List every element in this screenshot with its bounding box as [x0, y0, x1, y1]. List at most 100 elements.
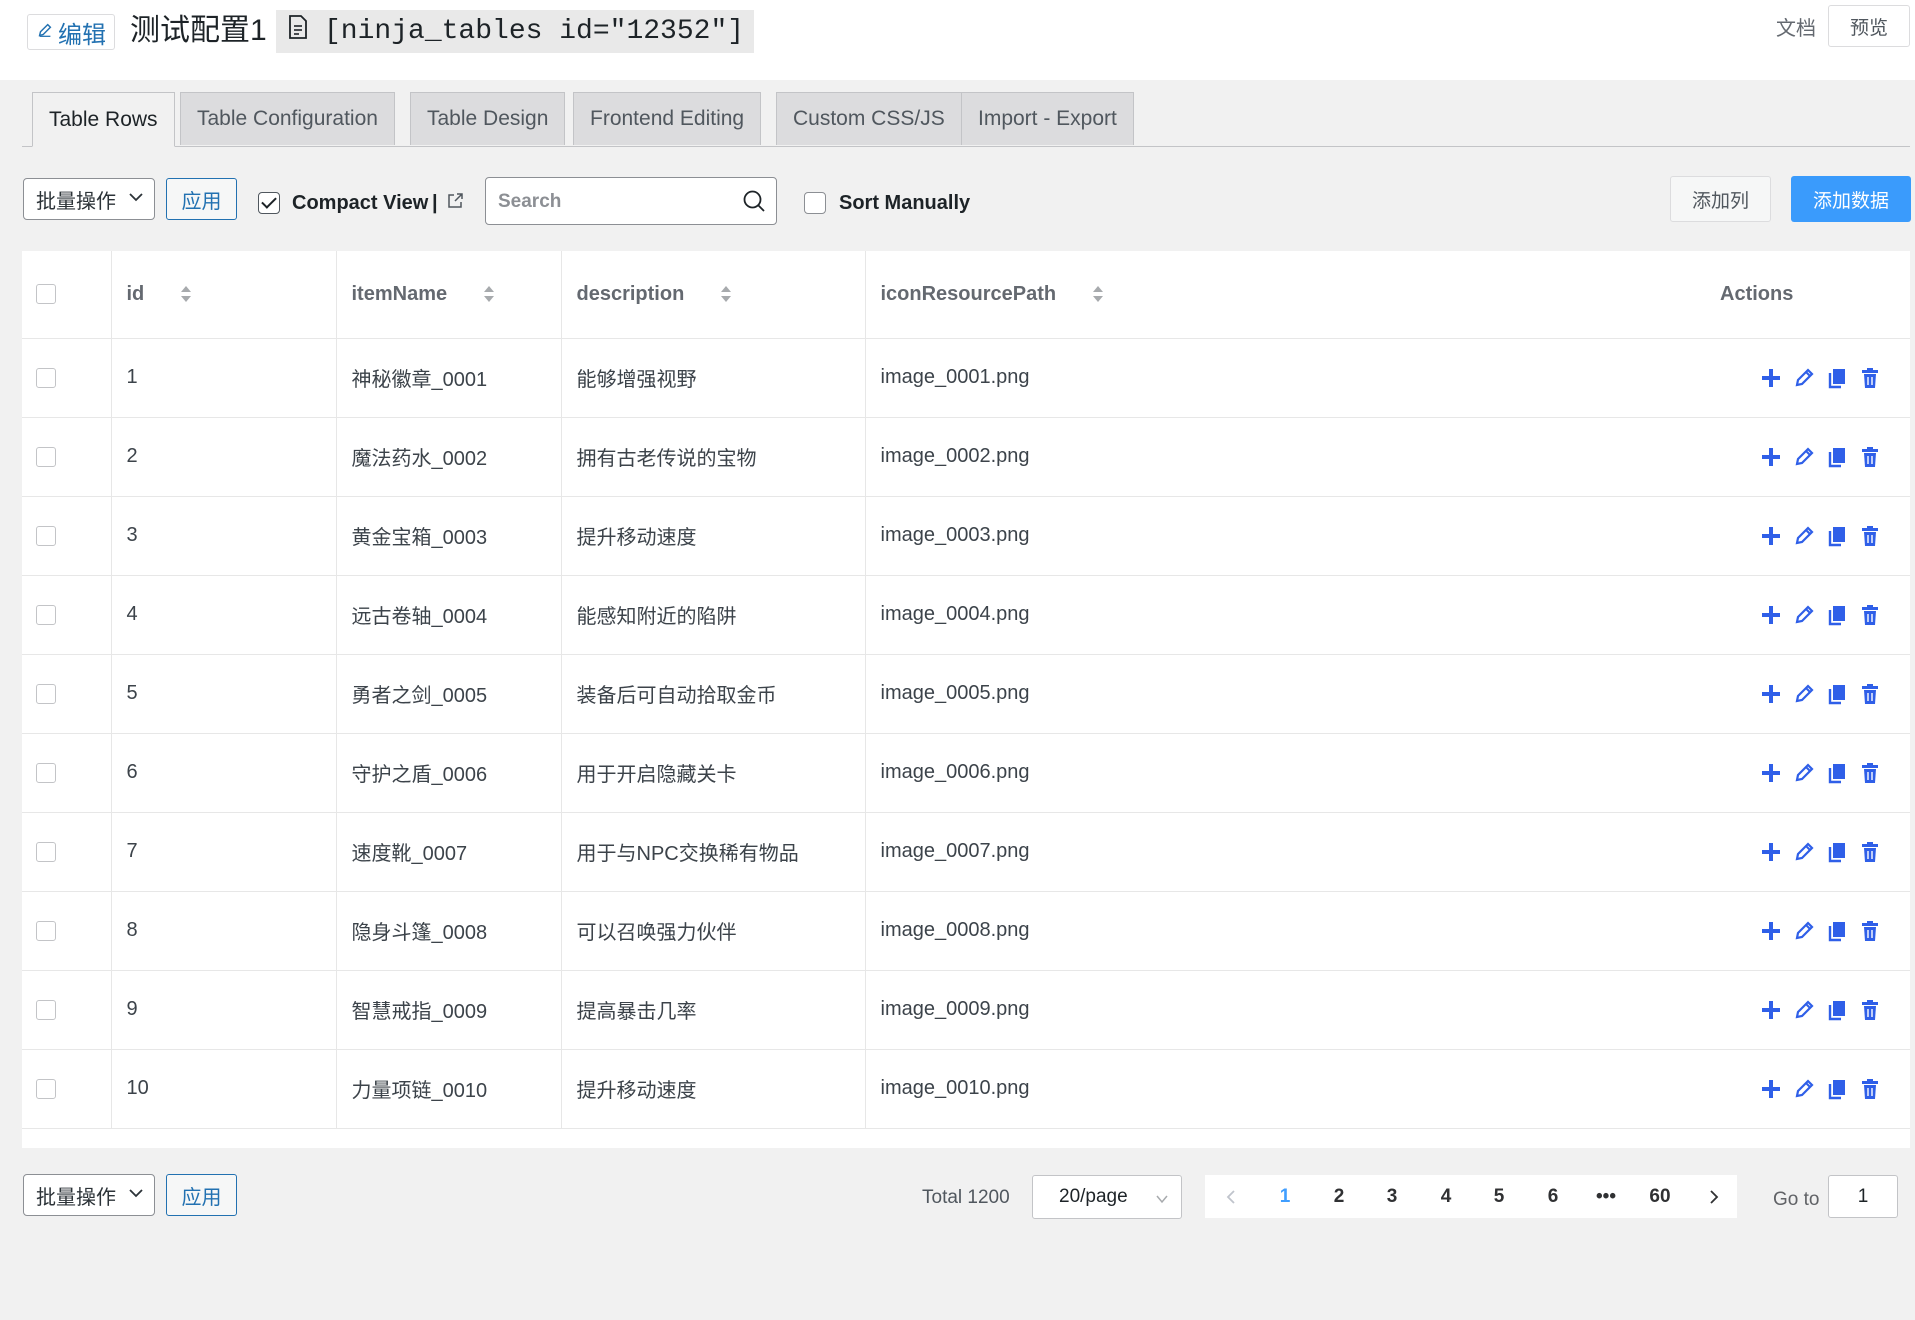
sort-icon[interactable]	[1092, 283, 1104, 305]
copy-icon[interactable]	[1825, 445, 1849, 469]
trash-icon[interactable]	[1858, 1077, 1882, 1101]
table-row[interactable]: 3 黄金宝箱_0003 提升移动速度 image_0003.png	[22, 496, 1910, 576]
row-checkbox[interactable]	[36, 762, 56, 783]
page-button[interactable]: 60	[1640, 1175, 1680, 1218]
row-checkbox[interactable]	[36, 999, 56, 1020]
copy-icon[interactable]	[1825, 761, 1849, 785]
external-link-icon[interactable]	[446, 192, 464, 210]
sort-icon[interactable]	[720, 283, 732, 305]
table-row[interactable]: 8 隐身斗篷_0008 可以召唤强力伙伴 image_0008.png	[22, 891, 1910, 971]
row-checkbox[interactable]	[36, 920, 56, 941]
edit-title-button[interactable]: 编辑	[27, 14, 115, 50]
plus-icon[interactable]	[1759, 1077, 1783, 1101]
trash-icon[interactable]	[1858, 761, 1882, 785]
pencil-icon[interactable]	[1792, 366, 1816, 390]
pencil-icon[interactable]	[1792, 445, 1816, 469]
tab-frontend-editing[interactable]: Frontend Editing	[573, 92, 762, 145]
trash-icon[interactable]	[1858, 603, 1882, 627]
table-row[interactable]: 5 勇者之剑_0005 装备后可自动拾取金币 image_0005.png	[22, 654, 1910, 734]
compact-view-checkbox[interactable]	[258, 192, 280, 214]
sort-icon[interactable]	[483, 283, 495, 305]
docs-link[interactable]: 文档	[1776, 12, 1816, 41]
search-field[interactable]	[485, 177, 777, 225]
table-row[interactable]: 9 智慧戒指_0009 提高暴击几率 image_0009.png	[22, 970, 1910, 1050]
table-row[interactable]: 4 远古卷轴_0004 能感知附近的陷阱 image_0004.png	[22, 575, 1910, 655]
pencil-icon[interactable]	[1792, 919, 1816, 943]
bulk-action-select-bottom[interactable]: 批量操作	[23, 1174, 155, 1216]
plus-icon[interactable]	[1759, 603, 1783, 627]
page-button[interactable]: 2	[1319, 1175, 1359, 1218]
copy-icon[interactable]	[1825, 998, 1849, 1022]
shortcode-box[interactable]: [ninja_tables id="12352"]	[276, 10, 755, 53]
tab-import-export[interactable]: Import - Export	[961, 92, 1134, 145]
trash-icon[interactable]	[1858, 840, 1882, 864]
page-size-select[interactable]: 20/page	[1032, 1175, 1182, 1219]
copy-icon[interactable]	[1825, 524, 1849, 548]
copy-icon[interactable]	[1825, 682, 1849, 706]
pencil-icon[interactable]	[1792, 840, 1816, 864]
trash-icon[interactable]	[1858, 682, 1882, 706]
plus-icon[interactable]	[1759, 682, 1783, 706]
pencil-icon[interactable]	[1792, 603, 1816, 627]
bulk-action-select[interactable]: 批量操作	[23, 178, 155, 220]
row-checkbox[interactable]	[36, 1078, 56, 1099]
table-row[interactable]: 10 力量项链_0010 提升移动速度 image_0010.png	[22, 1049, 1910, 1129]
page-button[interactable]: 5	[1479, 1175, 1519, 1218]
trash-icon[interactable]	[1858, 919, 1882, 943]
tab-table-configuration[interactable]: Table Configuration	[180, 92, 395, 145]
plus-icon[interactable]	[1759, 524, 1783, 548]
row-checkbox[interactable]	[36, 604, 56, 625]
pencil-icon[interactable]	[1792, 998, 1816, 1022]
prev-page-button[interactable]	[1211, 1175, 1251, 1218]
row-checkbox[interactable]	[36, 841, 56, 862]
copy-icon[interactable]	[1825, 1077, 1849, 1101]
trash-icon[interactable]	[1858, 998, 1882, 1022]
row-checkbox[interactable]	[36, 683, 56, 704]
trash-icon[interactable]	[1858, 524, 1882, 548]
column-header-id[interactable]: id	[111, 251, 337, 339]
trash-icon[interactable]	[1858, 445, 1882, 469]
page-button[interactable]: 4	[1426, 1175, 1466, 1218]
row-checkbox[interactable]	[36, 446, 56, 467]
plus-icon[interactable]	[1759, 445, 1783, 469]
sort-manually-label[interactable]: Sort Manually	[839, 192, 970, 215]
pencil-icon[interactable]	[1792, 524, 1816, 548]
column-header-description[interactable]: description	[561, 251, 866, 339]
sort-icon[interactable]	[180, 283, 192, 305]
sort-manually-checkbox[interactable]	[804, 192, 826, 214]
page-button[interactable]: 6	[1533, 1175, 1573, 1218]
preview-button[interactable]: 预览	[1828, 5, 1910, 47]
next-page-button[interactable]	[1694, 1175, 1734, 1218]
plus-icon[interactable]	[1759, 366, 1783, 390]
select-all-checkbox[interactable]	[36, 284, 56, 305]
tab-custom-css-js[interactable]: Custom CSS/JS	[776, 92, 962, 145]
apply-button-bottom[interactable]: 应用	[166, 1174, 237, 1216]
row-checkbox[interactable]	[36, 525, 56, 546]
tab-table-design[interactable]: Table Design	[410, 92, 566, 145]
column-header-itemname[interactable]: itemName	[336, 251, 562, 339]
trash-icon[interactable]	[1858, 366, 1882, 390]
more-pages-button[interactable]: •••	[1586, 1175, 1626, 1218]
page-button[interactable]: 1	[1265, 1175, 1305, 1218]
page-button[interactable]: 3	[1372, 1175, 1412, 1218]
apply-button[interactable]: 应用	[166, 178, 237, 220]
pencil-icon[interactable]	[1792, 1077, 1816, 1101]
add-column-button[interactable]: 添加列	[1670, 176, 1771, 222]
table-row[interactable]: 1 神秘徽章_0001 能够增强视野 image_0001.png	[22, 338, 1910, 418]
compact-view-label[interactable]: Compact View	[292, 192, 428, 215]
table-row[interactable]: 6 守护之盾_0006 用于开启隐藏关卡 image_0006.png	[22, 733, 1910, 813]
copy-icon[interactable]	[1825, 840, 1849, 864]
plus-icon[interactable]	[1759, 840, 1783, 864]
row-checkbox[interactable]	[36, 367, 56, 388]
search-icon[interactable]	[742, 189, 766, 213]
pencil-icon[interactable]	[1792, 682, 1816, 706]
tab-table-rows[interactable]: Table Rows	[32, 92, 175, 147]
copy-icon[interactable]	[1825, 366, 1849, 390]
plus-icon[interactable]	[1759, 761, 1783, 785]
table-row[interactable]: 2 魔法药水_0002 拥有古老传说的宝物 image_0002.png	[22, 417, 1910, 497]
copy-icon[interactable]	[1825, 603, 1849, 627]
pencil-icon[interactable]	[1792, 761, 1816, 785]
table-row[interactable]: 7 速度靴_0007 用于与NPC交换稀有物品 image_0007.png	[22, 812, 1910, 892]
goto-page-input[interactable]	[1828, 1175, 1898, 1218]
search-input[interactable]	[496, 186, 740, 218]
